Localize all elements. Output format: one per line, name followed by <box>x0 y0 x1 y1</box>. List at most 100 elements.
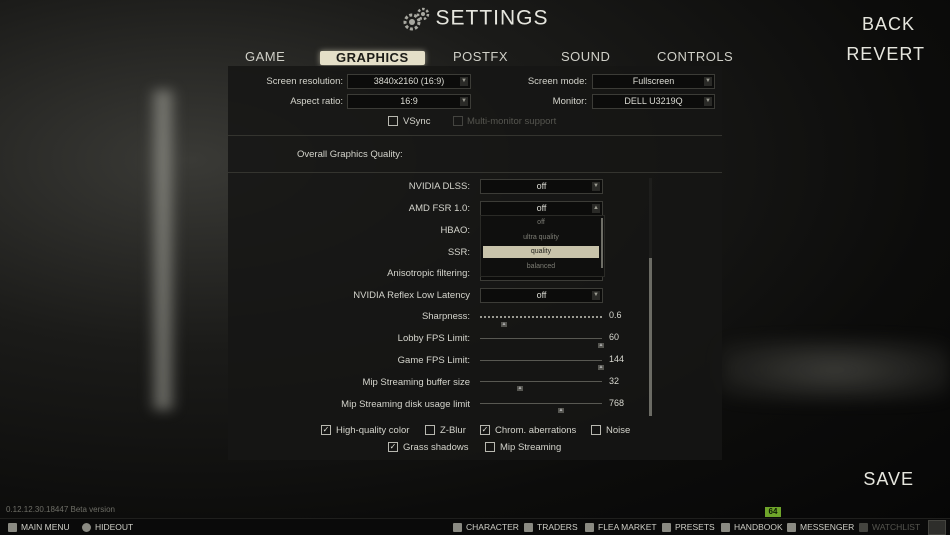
watchlist-label: WATCHLIST <box>872 522 921 532</box>
monitor-value: DELL U3219Q <box>624 96 683 106</box>
amd-fsr-value: off <box>536 203 547 213</box>
screen-resolution-select[interactable]: 3840x2160 (16:9) ▼ <box>347 74 471 89</box>
mip-disk-value: 768 <box>609 398 625 408</box>
nvidia-dlss-select[interactable]: off ▼ <box>480 179 603 194</box>
anisotropic-filtering-label: Anisotropic filtering: <box>387 268 470 279</box>
screen-mode-label: Screen mode: <box>527 76 587 87</box>
mip-buffer-slider-track[interactable] <box>480 381 602 382</box>
sharpness-slider-track[interactable] <box>480 316 602 319</box>
tab-controls[interactable]: CONTROLS <box>657 49 733 64</box>
nvidia-dlss-label: NVIDIA DLSS: <box>408 181 470 192</box>
monitor-label: Monitor: <box>552 96 587 107</box>
ssr-label: SSR: <box>447 247 470 258</box>
flea-market-icon <box>585 523 594 533</box>
vsync-label: VSync <box>403 116 431 127</box>
dropdown-scrollbar[interactable] <box>601 218 603 268</box>
noise-checkbox[interactable] <box>591 425 601 435</box>
main-menu-button[interactable]: MAIN MENU <box>8 519 70 535</box>
revert-button[interactable]: REVERT <box>846 44 925 65</box>
character-button[interactable]: CHARACTER <box>453 519 519 535</box>
mip-buffer-label: Mip Streaming buffer size <box>362 377 470 388</box>
multi-monitor-checkbox <box>453 116 463 126</box>
watchlist-button: WATCHLIST <box>859 519 920 535</box>
amd-fsr-select[interactable]: off ▲ <box>480 201 603 216</box>
tab-postfx[interactable]: POSTFX <box>453 49 508 64</box>
hideout-button[interactable]: HIDEOUT <box>82 519 133 535</box>
flea-market-button[interactable]: FLEA MARKET <box>585 519 657 535</box>
aspect-ratio-value: 16:9 <box>400 96 418 106</box>
section-divider <box>228 172 722 173</box>
mip-streaming-checkbox[interactable] <box>485 442 495 452</box>
mip-disk-slider-handle[interactable]: ▲ <box>558 408 564 413</box>
screen-mode-select[interactable]: Fullscreen ▼ <box>592 74 715 89</box>
settings-scrollbar-thumb[interactable] <box>649 258 652 416</box>
mip-disk-slider-track[interactable] <box>480 403 602 404</box>
settings-gear-icon[interactable] <box>928 520 946 535</box>
mip-buffer-slider-handle[interactable]: ▲ <box>517 386 523 391</box>
aspect-ratio-select[interactable]: 16:9 ▼ <box>347 94 471 109</box>
screen-resolution-value: 3840x2160 (16:9) <box>373 76 445 86</box>
high-quality-color-checkbox[interactable]: ✓ <box>321 425 331 435</box>
handbook-button[interactable]: HANDBOOK <box>721 519 783 535</box>
dropdown-option-quality[interactable]: quality <box>483 246 599 258</box>
bottom-navigation-bar: MAIN MENU HIDEOUT CHARACTER TRADERS FLEA… <box>0 518 950 535</box>
chevron-down-icon: ▼ <box>704 77 712 86</box>
hideout-icon <box>82 523 91 533</box>
game-fps-slider-handle[interactable]: ▲ <box>598 365 604 370</box>
chrom-aberrations-checkbox[interactable]: ✓ <box>480 425 490 435</box>
dropdown-option-ultra-quality[interactable]: ultra quality <box>483 232 599 244</box>
save-button[interactable]: SAVE <box>863 469 914 490</box>
lobby-fps-slider-track[interactable] <box>480 338 602 339</box>
handbook-icon <box>721 523 730 533</box>
hideout-label: HIDEOUT <box>95 522 134 532</box>
messenger-button[interactable]: MESSENGER <box>787 519 854 535</box>
multi-monitor-label: Multi-monitor support <box>467 116 557 127</box>
flea-market-label: FLEA MARKET <box>598 522 657 532</box>
grass-shadows-checkbox[interactable]: ✓ <box>388 442 398 452</box>
character-label: CHARACTER <box>466 522 519 532</box>
sharpness-value: 0.6 <box>609 310 622 320</box>
mip-disk-label: Mip Streaming disk usage limit <box>341 399 470 410</box>
aspect-ratio-label: Aspect ratio: <box>290 96 343 107</box>
lobby-fps-label: Lobby FPS Limit: <box>397 333 470 344</box>
z-blur-checkbox[interactable] <box>425 425 435 435</box>
menu-icon <box>8 523 17 533</box>
dropdown-option-off[interactable]: off <box>483 217 599 229</box>
background-light-floor <box>720 340 950 400</box>
main-menu-label: MAIN MENU <box>21 522 70 532</box>
sharpness-slider-handle[interactable]: ▲ <box>501 322 507 327</box>
chrom-aberrations-label: Chrom. aberrations <box>495 425 577 436</box>
warning-icon <box>859 523 868 533</box>
grass-shadows-label: Grass shadows <box>403 442 469 453</box>
vsync-checkbox[interactable] <box>388 116 398 126</box>
chevron-down-icon: ▼ <box>460 77 468 86</box>
noise-label: Noise <box>606 425 631 436</box>
lobby-fps-slider-handle[interactable]: ▲ <box>598 343 604 348</box>
mip-streaming-label: Mip Streaming <box>500 442 562 453</box>
nvidia-reflex-label: NVIDIA Reflex Low Latency <box>353 290 470 301</box>
game-fps-label: Game FPS Limit: <box>397 355 470 366</box>
chevron-down-icon: ▼ <box>592 182 600 191</box>
overall-quality-label: Overall Graphics Quality: <box>297 149 403 160</box>
tab-game[interactable]: GAME <box>245 49 285 64</box>
screen-mode-value: Fullscreen <box>632 76 675 86</box>
amd-fsr-label: AMD FSR 1.0: <box>408 203 470 214</box>
presets-label: PRESETS <box>675 522 715 532</box>
tab-sound[interactable]: SOUND <box>561 49 610 64</box>
chevron-up-icon: ▲ <box>592 204 600 213</box>
fps-counter: 64 <box>765 507 781 517</box>
presets-button[interactable]: PRESETS <box>662 519 715 535</box>
game-fps-slider-track[interactable] <box>480 360 602 361</box>
nvidia-reflex-select[interactable]: off ▼ <box>480 288 603 303</box>
dropdown-option-balanced[interactable]: balanced <box>483 261 599 273</box>
back-button[interactable]: BACK <box>862 14 915 35</box>
tab-graphics[interactable]: GRAPHICS <box>320 51 425 65</box>
amd-fsr-dropdown-list: off ultra quality quality balanced <box>480 215 605 277</box>
high-quality-color-label: High-quality color <box>336 425 410 436</box>
background-light <box>148 90 178 410</box>
game-fps-value: 144 <box>609 354 625 364</box>
hbao-label: HBAO: <box>440 225 470 236</box>
traders-button[interactable]: TRADERS <box>524 519 578 535</box>
page-title: SETTINGS <box>0 6 950 32</box>
monitor-select[interactable]: DELL U3219Q ▼ <box>592 94 715 109</box>
